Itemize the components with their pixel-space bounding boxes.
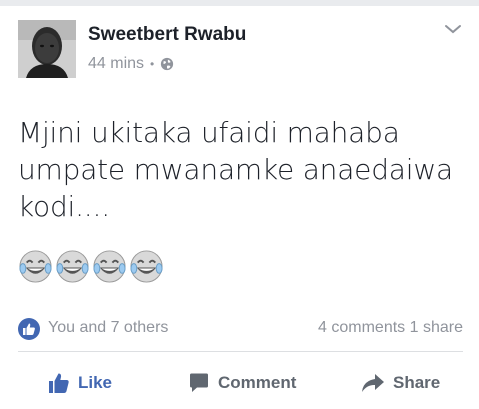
like-label: Like (78, 373, 113, 392)
share-label: Share (393, 373, 441, 392)
comments-count[interactable]: 4 comments (318, 319, 405, 336)
avatar[interactable] (18, 20, 76, 78)
likes-count[interactable]: You and 7 others (48, 319, 168, 337)
chevron-down-icon[interactable] (443, 22, 463, 36)
comment-icon (190, 373, 208, 392)
globe-icon[interactable] (160, 57, 174, 71)
action-bar: Like Comment Share (18, 363, 463, 403)
tears-of-joy-emoji (19, 250, 52, 283)
post-text: Mjini ukitaka ufaidi mahaba umpate mwana… (18, 116, 453, 223)
shares-count[interactable]: 1 share (410, 319, 463, 336)
divider (18, 351, 463, 352)
meta-separator: • (150, 57, 155, 71)
comment-button[interactable]: Comment (188, 363, 296, 403)
post-meta: 44 mins • (88, 55, 174, 73)
author-name[interactable]: Sweetbert Rwabu (88, 24, 246, 46)
tears-of-joy-emoji (56, 250, 89, 283)
post-header: Sweetbert Rwabu 44 mins • (18, 20, 463, 82)
like-button[interactable]: Like (48, 363, 112, 403)
like-badge-icon (18, 318, 40, 340)
emoji-row (18, 249, 164, 284)
avatar-photo (18, 20, 76, 78)
tears-of-joy-emoji (93, 250, 126, 283)
post-card: Sweetbert Rwabu 44 mins • Mjini ukitaka … (0, 6, 479, 409)
share-button[interactable]: Share (361, 363, 440, 403)
post-stats: You and 7 others 4 comments 1 share (18, 316, 463, 340)
thumbs-up-icon (49, 373, 69, 393)
stats-right: 4 comments 1 share (318, 319, 463, 337)
comment-label: Comment (218, 373, 297, 392)
thumbs-up-icon (23, 323, 35, 335)
post-time[interactable]: 44 mins (88, 55, 144, 73)
share-arrow-icon (362, 374, 384, 392)
tears-of-joy-emoji (130, 250, 163, 283)
